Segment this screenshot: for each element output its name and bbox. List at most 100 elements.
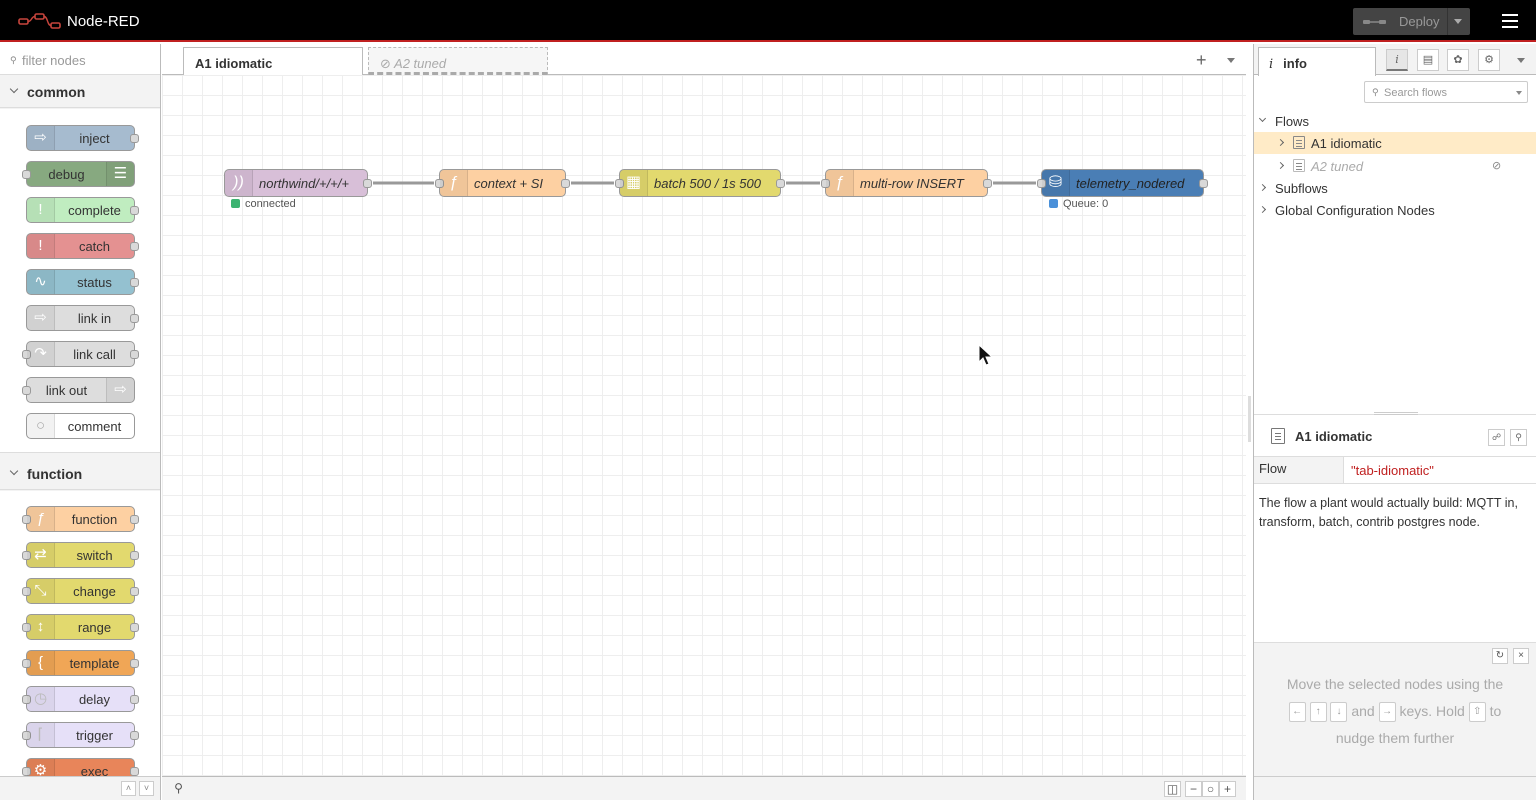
tab-list-caret-icon[interactable] [1227, 58, 1235, 63]
link-icon[interactable]: ☍ [1488, 429, 1505, 446]
arrow-in-icon: ⇨ [27, 126, 55, 150]
palette-category-function[interactable]: function [0, 458, 160, 490]
sidebar-footer [1254, 776, 1536, 800]
key-shift: ⇧ [1468, 702, 1486, 723]
palette-node-link-call[interactable]: ↷ link call [22, 341, 139, 367]
refresh-icon[interactable]: ↻ [1492, 648, 1508, 664]
info-header: A1 idiomatic ☍ ⚲ [1254, 420, 1536, 452]
comment-icon: ○ [27, 414, 55, 438]
disabled-icon: ⊘ [380, 56, 391, 71]
flow-search-input[interactable] [1384, 85, 1514, 100]
search-icon[interactable]: ⚲ [170, 781, 187, 797]
palette-node-template[interactable]: { template [22, 650, 139, 676]
help-book-icon[interactable]: ▤ [1417, 49, 1439, 71]
flow-icon [1293, 159, 1305, 172]
tree-global-config[interactable]: Global Configuration Nodes [1254, 199, 1536, 221]
palette-node-catch[interactable]: ! catch [26, 233, 139, 259]
palette-category-function-body: ƒ function ⇄ switch ⤡ change ↕ range { t… [0, 491, 160, 791]
navigator-icon[interactable]: ◫ [1164, 781, 1181, 797]
search-icon[interactable]: ⚲ [1510, 429, 1527, 446]
zoom-reset-icon[interactable]: ○ [1202, 781, 1219, 797]
chevron-right-icon [1258, 205, 1267, 214]
info-icon: i [1269, 57, 1274, 72]
info-description: The flow a plant would actually build: M… [1259, 496, 1518, 529]
exclamation-icon: ! [27, 198, 55, 222]
tip-text: Move the selected nodes using the ← ↑ ↓ … [1286, 676, 1504, 746]
flow-canvas[interactable]: )) northwind/+/+/+ connected ƒ context +… [162, 75, 1246, 776]
tree-flow-a2-tuned[interactable]: A2 tuned ⊘ [1254, 155, 1536, 177]
node-palette: ⚲ common ⇨ inject debug ☰ ! complete ! c… [0, 44, 161, 800]
palette-node-inject[interactable]: ⇨ inject [26, 125, 139, 151]
tree-flows[interactable]: Flows [1254, 110, 1536, 132]
sidebar: iinfo i ▤ ✿ ⚙ ⚲ Flows A1 idiomatic A2 tu… [1253, 44, 1536, 800]
sidebar-tabs: i info i ▤ ✿ ⚙ [1254, 44, 1536, 76]
add-tab-icon[interactable]: + [1196, 50, 1207, 71]
flow-node-postgres[interactable]: ⛁ telemetry_nodered [1037, 169, 1208, 197]
flow-icon [1293, 136, 1305, 149]
deploy-icon [1363, 19, 1386, 24]
palette-node-link-out[interactable]: link out ⇨ [22, 377, 135, 403]
palette-node-change[interactable]: ⤡ change [22, 578, 139, 604]
chevron-down-icon [9, 84, 19, 94]
tab-a1-idiomatic[interactable]: A1 idiomatic [183, 47, 363, 76]
flow-node-context-si[interactable]: ƒ context + SI [435, 169, 570, 197]
batch-icon: ▦ [620, 170, 648, 196]
info-tab-button[interactable]: i [1386, 49, 1408, 71]
palette-category-common-body: ⇨ inject debug ☰ ! complete ! catch ∿ st… [0, 109, 160, 453]
tab-info[interactable]: i info [1258, 47, 1376, 76]
palette-node-trigger[interactable]: ⌈ trigger [22, 722, 139, 748]
gear-icon[interactable]: ⚙ [1478, 49, 1500, 71]
flow-node-batch[interactable]: ▦ batch 500 / 1s 500 [615, 169, 785, 197]
node-red-logo-icon [18, 13, 61, 29]
key-down: ↓ [1330, 702, 1348, 723]
workspace-tabs: A1 idiomatic ⊘ A2 tuned + [162, 44, 1246, 76]
close-icon[interactable]: × [1513, 648, 1529, 664]
deploy-button[interactable]: Deploy [1353, 8, 1470, 35]
palette-node-range[interactable]: ↕ range [22, 614, 139, 640]
shuffle-icon: ⤡ [27, 579, 55, 603]
info-title: A1 idiomatic [1295, 429, 1373, 444]
deploy-menu-caret-icon[interactable] [1454, 19, 1462, 24]
palette-search: ⚲ [0, 44, 160, 75]
sidebar-menu-caret-icon[interactable] [1517, 58, 1525, 63]
key-up: ↑ [1309, 702, 1327, 723]
tree-flow-a1-idiomatic[interactable]: A1 idiomatic [1254, 132, 1536, 154]
collapse-all-icon[interactable]: ˄ [121, 781, 136, 796]
flow-node-mqtt-in[interactable]: )) northwind/+/+/+ [224, 169, 372, 197]
function-icon: ƒ [440, 170, 468, 196]
trigger-icon: ⌈ [27, 723, 55, 747]
palette-node-debug[interactable]: debug ☰ [22, 161, 135, 187]
tree-subflows[interactable]: Subflows [1254, 177, 1536, 199]
chevron-down-icon [1258, 114, 1267, 123]
header-bar: Node-RED Deploy [0, 0, 1536, 42]
palette-node-complete[interactable]: ! complete [26, 197, 139, 223]
chevron-down-icon[interactable] [1516, 91, 1522, 95]
zoom-in-icon[interactable]: + [1219, 781, 1236, 797]
zoom-out-icon[interactable]: − [1185, 781, 1202, 797]
palette-node-delay[interactable]: ◷ delay [22, 686, 139, 712]
flow-node-multi-row-insert[interactable]: ƒ multi-row INSERT [821, 169, 992, 197]
palette-search-input[interactable] [22, 51, 152, 69]
palette-node-function[interactable]: ƒ function [22, 506, 139, 532]
palette-footer: ˄ ˅ [0, 776, 160, 800]
palette-node-link-in[interactable]: ⇨ link in [26, 305, 139, 331]
workspace-footer: ⚲ ◫ − ○ + [162, 776, 1246, 800]
sidebar-resize-handle[interactable] [1248, 396, 1251, 442]
status-badge: connected [231, 198, 296, 210]
chevron-down-icon [9, 466, 19, 476]
debug-bug-icon[interactable]: ✿ [1447, 49, 1469, 71]
palette-category-common[interactable]: common [0, 76, 160, 108]
status-badge: Queue: 0 [1049, 198, 1108, 210]
palette-node-switch[interactable]: ⇄ switch [22, 542, 139, 568]
tab-a2-tuned[interactable]: ⊘ A2 tuned [368, 47, 548, 75]
expand-all-icon[interactable]: ˅ [139, 781, 154, 796]
database-icon: ⛁ [1042, 170, 1070, 196]
switch-icon: ⇄ [27, 543, 55, 567]
key-right: → [1378, 702, 1396, 723]
flow-search: ⚲ [1364, 81, 1528, 103]
palette-node-comment[interactable]: ○ comment [26, 413, 135, 439]
range-icon: ↕ [27, 615, 55, 639]
main-menu-icon[interactable] [1502, 14, 1518, 28]
sidebar-split-handle[interactable] [1374, 412, 1418, 415]
palette-node-status[interactable]: ∿ status [26, 269, 139, 295]
